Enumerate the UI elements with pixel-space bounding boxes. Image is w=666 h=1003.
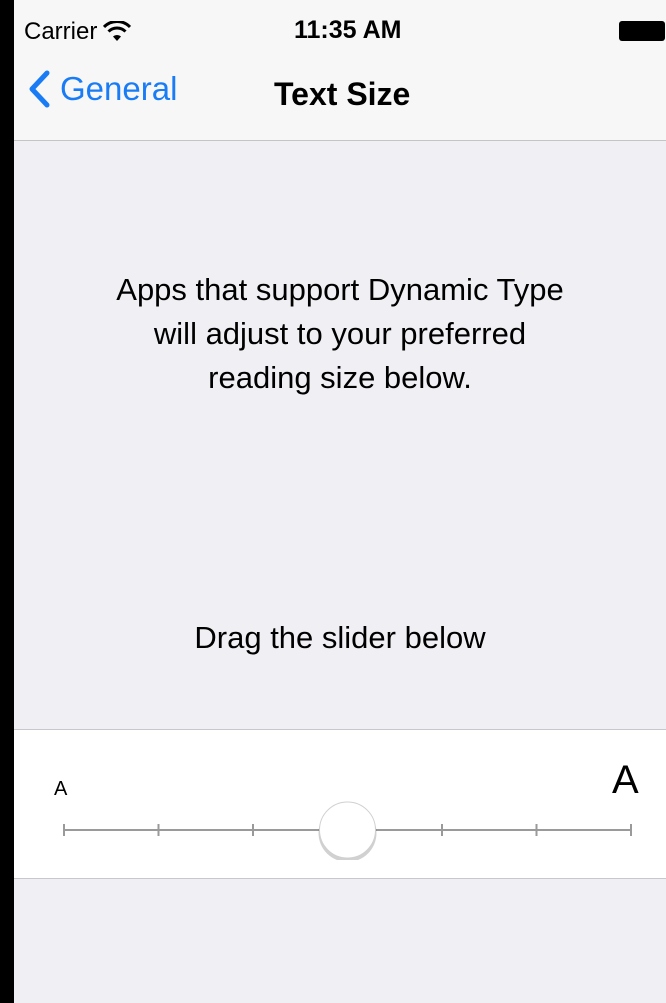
- page-title: Text Size: [274, 76, 411, 112]
- battery-icon: [619, 21, 665, 41]
- chevron-left-icon: [29, 70, 50, 108]
- slider-thumb[interactable]: [319, 801, 376, 859]
- back-button[interactable]: General: [28, 70, 177, 108]
- back-button-label: General: [60, 70, 178, 107]
- text-size-slider-panel: A A: [14, 729, 666, 879]
- intro-text: Apps that support Dynamic Type will adju…: [116, 272, 564, 395]
- navigation-bar: Carrier 11:35 AM General Text Size: [14, 0, 666, 141]
- wifi-icon: [103, 21, 132, 41]
- status-carrier: Carrier: [24, 18, 132, 46]
- carrier-label: Carrier: [24, 18, 98, 45]
- text-size-screen: Carrier 11:35 AM General Text Size Apps …: [14, 0, 666, 1003]
- status-time: 11:35 AM: [294, 16, 402, 44]
- instruction-text: Drag the slider below: [194, 620, 486, 655]
- text-size-slider[interactable]: [14, 790, 666, 860]
